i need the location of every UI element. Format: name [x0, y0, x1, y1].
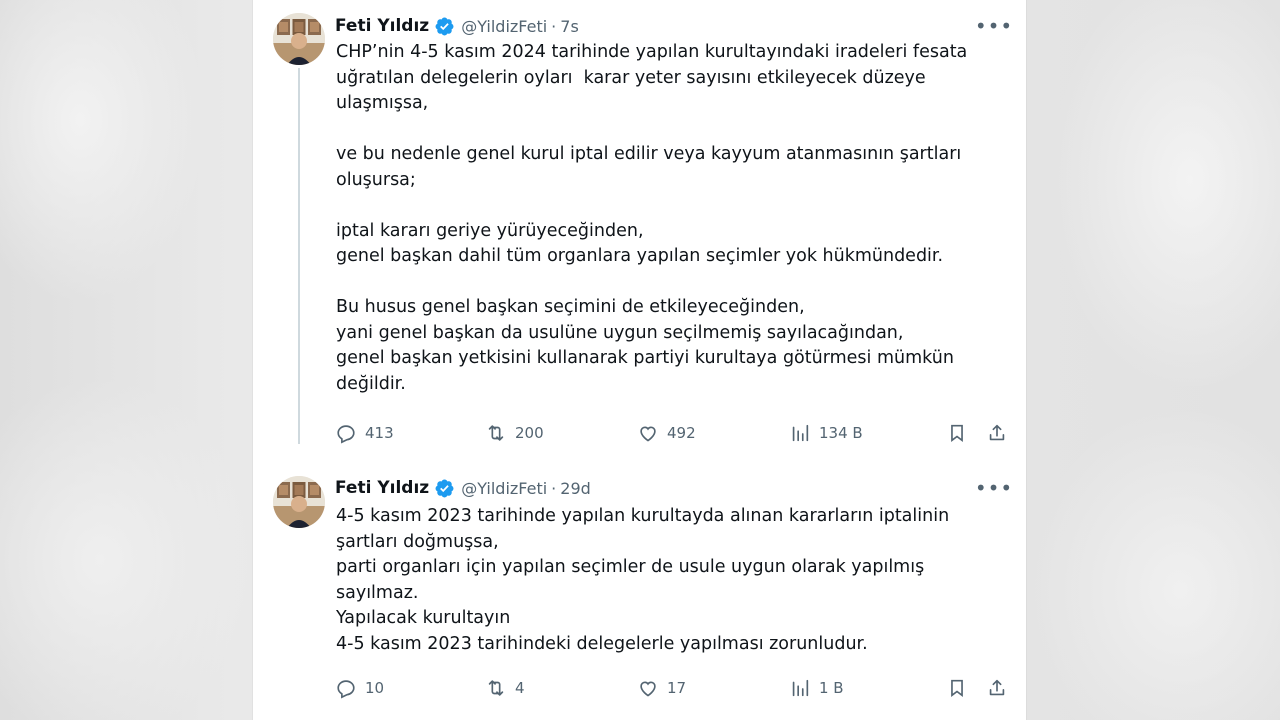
like-count: 492	[667, 424, 696, 442]
avatar[interactable]	[273, 13, 325, 65]
views-button[interactable]: 1 B	[789, 677, 939, 699]
author-name[interactable]: Feti Yıldız	[335, 478, 429, 498]
like-button[interactable]: 17	[637, 677, 789, 699]
reply-count: 413	[365, 424, 394, 442]
thread-connector-line	[298, 68, 300, 444]
share-icon[interactable]	[986, 677, 1008, 699]
like-button[interactable]: 492	[637, 422, 789, 444]
tweet[interactable]: Feti Yıldız @YildizFeti · 29d ••• 4-5 ka…	[253, 462, 1026, 720]
separator-dot: ·	[551, 16, 557, 36]
tweet[interactable]: Feti Yıldız @YildizFeti · 7s ••• CHP’nin…	[253, 0, 1026, 460]
heart-icon	[637, 677, 659, 699]
reply-count: 10	[365, 679, 385, 697]
tweet-header: Feti Yıldız @YildizFeti · 29d •••	[335, 475, 1012, 501]
more-options-icon[interactable]: •••	[975, 14, 1012, 38]
author-handle[interactable]: @YildizFeti	[461, 17, 547, 36]
tweet-timestamp[interactable]: 7s	[560, 17, 579, 36]
verified-badge-icon	[434, 16, 455, 37]
retweet-button[interactable]: 4	[485, 677, 637, 699]
secondary-actions	[946, 422, 1008, 444]
tweet-timestamp[interactable]: 29d	[560, 479, 591, 498]
tweet-actions: 10 4 17 1 B	[335, 672, 1008, 704]
retweet-icon	[485, 422, 507, 444]
views-icon	[789, 422, 811, 444]
heart-icon	[637, 422, 659, 444]
share-icon[interactable]	[986, 422, 1008, 444]
reply-button[interactable]: 10	[335, 677, 485, 699]
bookmark-icon[interactable]	[946, 422, 968, 444]
tweet-thread-card: Feti Yıldız @YildizFeti · 7s ••• CHP’nin…	[253, 0, 1026, 720]
tweet-text: 4-5 kasım 2023 tarihinde yapılan kurulta…	[336, 506, 950, 654]
retweet-icon	[485, 677, 507, 699]
tweet-text: CHP’nin 4-5 kasım 2024 tarihinde yapılan…	[336, 42, 968, 394]
reply-icon	[335, 422, 357, 444]
views-button[interactable]: 134 B	[789, 422, 939, 444]
views-count: 1 B	[819, 679, 844, 697]
avatar[interactable]	[273, 476, 325, 528]
more-options-icon[interactable]: •••	[975, 476, 1012, 500]
author-name[interactable]: Feti Yıldız	[335, 16, 429, 36]
retweet-count: 200	[515, 424, 544, 442]
tweet-actions: 413 200 492 134 B	[335, 417, 1008, 449]
views-icon	[789, 677, 811, 699]
retweet-button[interactable]: 200	[485, 422, 637, 444]
author-handle[interactable]: @YildizFeti	[461, 479, 547, 498]
reply-icon	[335, 677, 357, 699]
like-count: 17	[667, 679, 687, 697]
reply-button[interactable]: 413	[335, 422, 485, 444]
views-count: 134 B	[819, 424, 863, 442]
secondary-actions	[946, 677, 1008, 699]
bookmark-icon[interactable]	[946, 677, 968, 699]
verified-badge-icon	[434, 478, 455, 499]
tweet-header: Feti Yıldız @YildizFeti · 7s •••	[335, 13, 1012, 39]
retweet-count: 4	[515, 679, 525, 697]
separator-dot: ·	[551, 478, 557, 498]
